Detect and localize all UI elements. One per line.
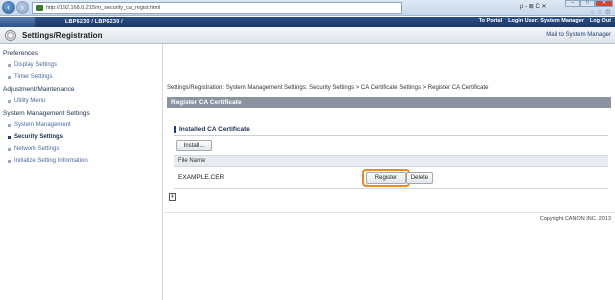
browser-toolbar: ‹ › http://192.168.0.215/m_security_ca_r…: [0, 0, 615, 16]
table-header: File Name: [174, 155, 608, 167]
sidebar-section-preferences[interactable]: Preferences: [3, 50, 38, 57]
mail-to-system-manager-link[interactable]: Mail to System Manager: [546, 32, 611, 38]
bullet-icon: [8, 63, 11, 67]
sidebar-item-display-settings[interactable]: Display Settings: [8, 62, 57, 68]
sidebar-item-label: Display Settings: [14, 62, 58, 68]
window-controls: – □ ✕: [565, 0, 613, 7]
page-title: Settings/Registration: [22, 30, 103, 40]
log-out-link[interactable]: Log Out: [590, 18, 611, 24]
site-favicon-icon: [36, 5, 43, 11]
title-bar: Settings/Registration Mail to System Man…: [0, 27, 615, 44]
bullet-icon: [8, 159, 11, 163]
sidebar: Preferences Display Settings Timer Setti…: [0, 44, 163, 300]
printer-name: LBP6230 / LBP6230 /: [65, 19, 123, 25]
delete-button[interactable]: Delete: [406, 172, 433, 184]
header-right: To Portal Login User: System Manager Log…: [479, 18, 611, 24]
sidebar-section-adjustment-maintenance[interactable]: Adjustment/Maintenance: [3, 86, 75, 93]
bullet-icon: [8, 147, 11, 151]
sidebar-item-utility-menu[interactable]: Utility Menu: [8, 98, 45, 104]
address-url: http://192.168.0.215/m_security_ca_regis…: [46, 5, 161, 11]
column-file-name: File Name: [178, 158, 206, 164]
sidebar-item-label: Security Settings: [14, 134, 64, 140]
sidebar-item-label: Network Settings: [14, 146, 60, 152]
app-header: LBP6230 / LBP6230 / To Portal Login User…: [0, 17, 615, 27]
browser-menu-icons[interactable]: ⌂ ☆ ⚙: [590, 8, 611, 16]
minimize-icon[interactable]: –: [565, 0, 580, 7]
bullet-icon: [8, 135, 11, 139]
sidebar-item-system-management[interactable]: System Management: [8, 122, 71, 128]
forward-arrow-icon[interactable]: ›: [16, 1, 29, 14]
back-arrow-icon[interactable]: ‹: [2, 1, 15, 14]
sidebar-item-security-settings[interactable]: Security Settings: [8, 134, 63, 140]
sidebar-section-system-management-settings[interactable]: System Management Settings: [3, 110, 90, 117]
sidebar-item-label: Initialize Setting Information: [14, 158, 88, 164]
sidebar-item-label: System Management: [14, 122, 71, 128]
to-portal-link[interactable]: To Portal: [479, 18, 502, 24]
sidebar-item-initialize-setting-information[interactable]: Initialize Setting Information: [8, 158, 88, 164]
sidebar-item-network-settings[interactable]: Network Settings: [8, 146, 59, 152]
register-button[interactable]: Register: [366, 172, 406, 184]
divider: [174, 135, 608, 136]
install-button[interactable]: Install...: [176, 140, 212, 151]
table-row: EXAMPLE.CER Register Delete: [174, 167, 608, 189]
footer-divider: [164, 212, 615, 213]
breadcrumb: Settings/Registration: System Management…: [167, 85, 489, 91]
login-user: Login User: System Manager: [508, 18, 584, 24]
address-tools-label: ρ - ⊠ C ✕: [520, 4, 547, 10]
section-title: Register CA Certificate: [167, 97, 611, 108]
address-bar[interactable]: http://192.168.0.215/m_security_ca_regis…: [32, 2, 402, 14]
logo-strip: [0, 17, 35, 27]
address-tools[interactable]: ρ - ⊠ C ✕: [520, 3, 546, 10]
bullet-icon: [8, 99, 11, 103]
file-name-cell: EXAMPLE.CER: [178, 174, 225, 181]
bullet-icon: [8, 75, 11, 79]
copyright-text: Copyright CANON INC. 2013: [539, 216, 611, 222]
sidebar-item-timer-settings[interactable]: Timer Settings: [8, 74, 52, 80]
sidebar-item-label: Utility Menu: [14, 98, 46, 104]
close-icon[interactable]: ✕: [595, 0, 613, 7]
settings-icon: [5, 29, 16, 41]
bullet-icon: [8, 123, 11, 127]
subsection-title: Installed CA Certificate: [174, 126, 250, 133]
maximize-icon[interactable]: □: [580, 0, 595, 7]
sidebar-item-label: Timer Settings: [14, 74, 53, 80]
scroll-top-icon[interactable]: ⇞: [169, 193, 176, 201]
